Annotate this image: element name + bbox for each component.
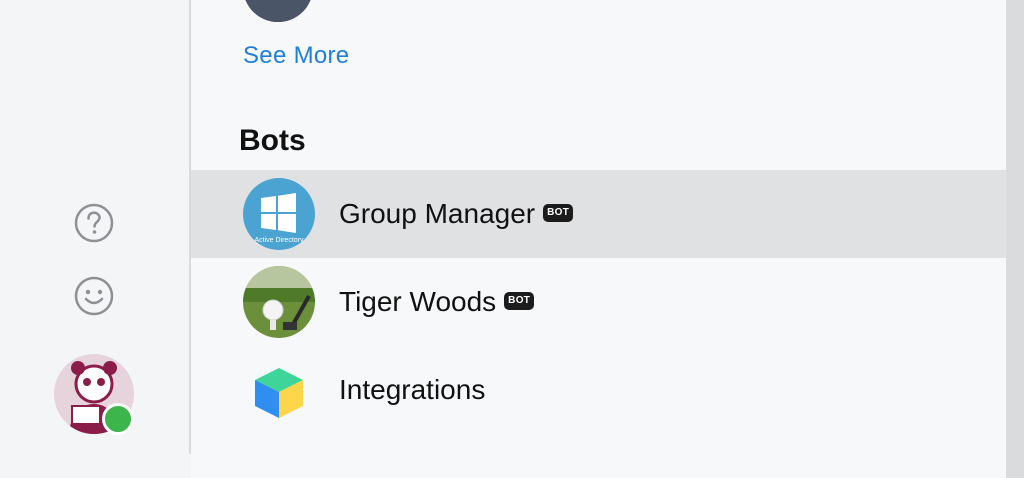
bot-name: Group Manager BOT xyxy=(339,198,574,230)
help-icon[interactable] xyxy=(74,203,114,243)
see-more-link[interactable]: See More xyxy=(243,42,349,70)
bot-row-tiger-woods[interactable]: Tiger Woods BOT xyxy=(191,258,1006,346)
avatar-caption: Active Directory xyxy=(254,237,304,244)
group-manager-avatar: Active Directory xyxy=(243,178,315,250)
scrollbar[interactable] xyxy=(1006,0,1024,478)
bot-name: Tiger Woods BOT xyxy=(339,286,535,318)
online-status-indicator xyxy=(102,403,134,435)
bot-row-integrations[interactable]: Integrations xyxy=(191,346,1006,434)
bot-name-label: Integrations xyxy=(339,374,486,405)
tiger-woods-avatar xyxy=(243,266,315,338)
bot-badge: BOT xyxy=(543,203,574,222)
bot-badge: BOT xyxy=(504,291,535,310)
scrollbar-thumb[interactable] xyxy=(1006,0,1024,478)
smiley-icon[interactable] xyxy=(74,276,114,316)
bot-name-label: Group Manager xyxy=(339,198,536,229)
integrations-cube-icon xyxy=(243,354,315,426)
bot-name-label: Tiger Woods xyxy=(339,286,497,317)
bot-name: Integrations xyxy=(339,374,485,406)
bots-section-title: Bots xyxy=(239,124,306,157)
left-rail xyxy=(0,0,191,454)
bot-row-group-manager[interactable]: Active Directory Group Manager BOT xyxy=(191,170,1006,258)
